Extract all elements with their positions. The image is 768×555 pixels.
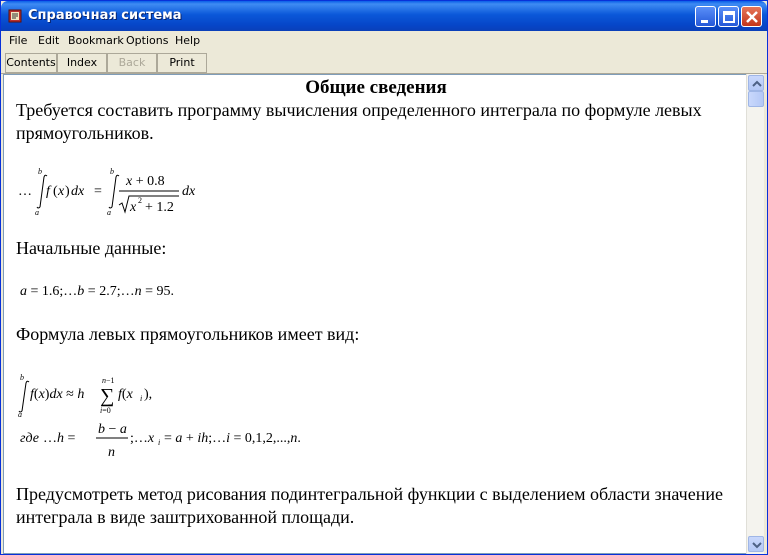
toolbar: Contents Index Back Print xyxy=(1,52,767,74)
svg-text:b − a: b − a xyxy=(98,422,127,437)
menu-options[interactable]: Options xyxy=(126,34,168,47)
menu-help[interactable]: Help xyxy=(175,34,200,47)
print-button[interactable]: Print xyxy=(157,53,207,73)
initial-data-formula: a = 1.6;…b = 2.7;…n = 95. xyxy=(16,280,316,300)
maximize-button[interactable] xyxy=(718,6,739,27)
svg-text:…: … xyxy=(18,184,32,199)
svg-text:),: ), xyxy=(144,387,152,402)
help-content: Общие сведения Требуется составить прогр… xyxy=(3,74,747,554)
minimize-button[interactable] xyxy=(695,6,716,27)
arrow-down-icon xyxy=(752,542,762,549)
scroll-down-button[interactable] xyxy=(748,536,764,552)
rectangle-formula: b a f(x)dx ≈ h n−1 ∑ i=0 f(x i ), где …h… xyxy=(16,371,346,466)
conclusion-text: Предусмотреть метод рисования подинтегра… xyxy=(16,484,723,527)
svg-text:∑: ∑ xyxy=(100,385,114,407)
back-button[interactable]: Back xyxy=(107,53,157,73)
svg-text:): ) xyxy=(65,184,70,199)
formula-label: Формула левых прямоугольников имеет вид: xyxy=(16,324,360,344)
svg-text:i: i xyxy=(158,438,160,447)
svg-text:f: f xyxy=(46,184,52,199)
help-book-icon xyxy=(7,8,23,24)
svg-text:+ 1.2: + 1.2 xyxy=(145,200,174,215)
arrow-up-icon xyxy=(752,80,762,87)
svg-text:x + 0.8: x + 0.8 xyxy=(125,174,165,189)
initial-data-label: Начальные данные: xyxy=(16,238,167,258)
close-icon xyxy=(746,11,758,23)
contents-button[interactable]: Contents xyxy=(5,53,57,73)
svg-text:n−1: n−1 xyxy=(102,376,115,385)
svg-text:x: x xyxy=(57,184,65,199)
svg-text:a: a xyxy=(35,208,39,217)
svg-text:n: n xyxy=(108,445,115,460)
menu-bar: File Edit Bookmark Options Help xyxy=(1,31,767,51)
svg-text:i: i xyxy=(140,394,142,403)
svg-text:;…x: ;…x xyxy=(130,431,155,446)
intro-text: Требуется составить программу вычисления… xyxy=(16,100,702,143)
window-title: Справочная система xyxy=(28,8,182,23)
svg-text:=: = xyxy=(94,184,102,199)
svg-text:a = 1.6;…b = 2.7;…n = 95.: a = 1.6;…b = 2.7;…n = 95. xyxy=(20,284,174,299)
title-bar[interactable]: Справочная система xyxy=(1,1,767,31)
svg-text:b: b xyxy=(38,167,42,176)
minimize-icon xyxy=(701,20,708,23)
svg-text:dx: dx xyxy=(182,184,196,199)
svg-text:x: x xyxy=(129,200,137,215)
integral-formula: … b a f ( x ) dx = b a x + 0.8 x 2 + 1.2… xyxy=(16,165,316,225)
menu-edit[interactable]: Edit xyxy=(38,34,59,47)
menu-bookmark[interactable]: Bookmark xyxy=(68,34,124,47)
svg-text:a: a xyxy=(107,208,111,217)
index-button[interactable]: Index xyxy=(57,53,107,73)
svg-text:= a + ih;…i = 0,1,2,...,n.: = a + ih;…i = 0,1,2,...,n. xyxy=(164,431,301,446)
close-button[interactable] xyxy=(741,6,762,27)
svg-text:…h =: …h = xyxy=(43,431,76,446)
help-window: Справочная система File Edit Bookmark Op… xyxy=(0,0,768,555)
svg-text:b: b xyxy=(20,373,24,382)
svg-text:b: b xyxy=(110,167,114,176)
svg-text:где: где xyxy=(20,431,39,446)
menu-file[interactable]: File xyxy=(9,34,27,47)
svg-text:dx: dx xyxy=(71,184,85,199)
vertical-scrollbar[interactable] xyxy=(746,74,764,554)
scroll-up-button[interactable] xyxy=(748,75,764,91)
svg-text:a: a xyxy=(18,410,22,419)
scroll-thumb[interactable] xyxy=(748,91,764,107)
svg-text:2: 2 xyxy=(138,196,142,205)
svg-text:f(x: f(x xyxy=(118,387,134,402)
svg-text:f(x)dx ≈ h: f(x)dx ≈ h xyxy=(30,387,84,402)
maximize-icon xyxy=(723,11,735,23)
svg-text:i=0: i=0 xyxy=(100,406,111,415)
page-title: Общие сведения xyxy=(305,77,447,98)
